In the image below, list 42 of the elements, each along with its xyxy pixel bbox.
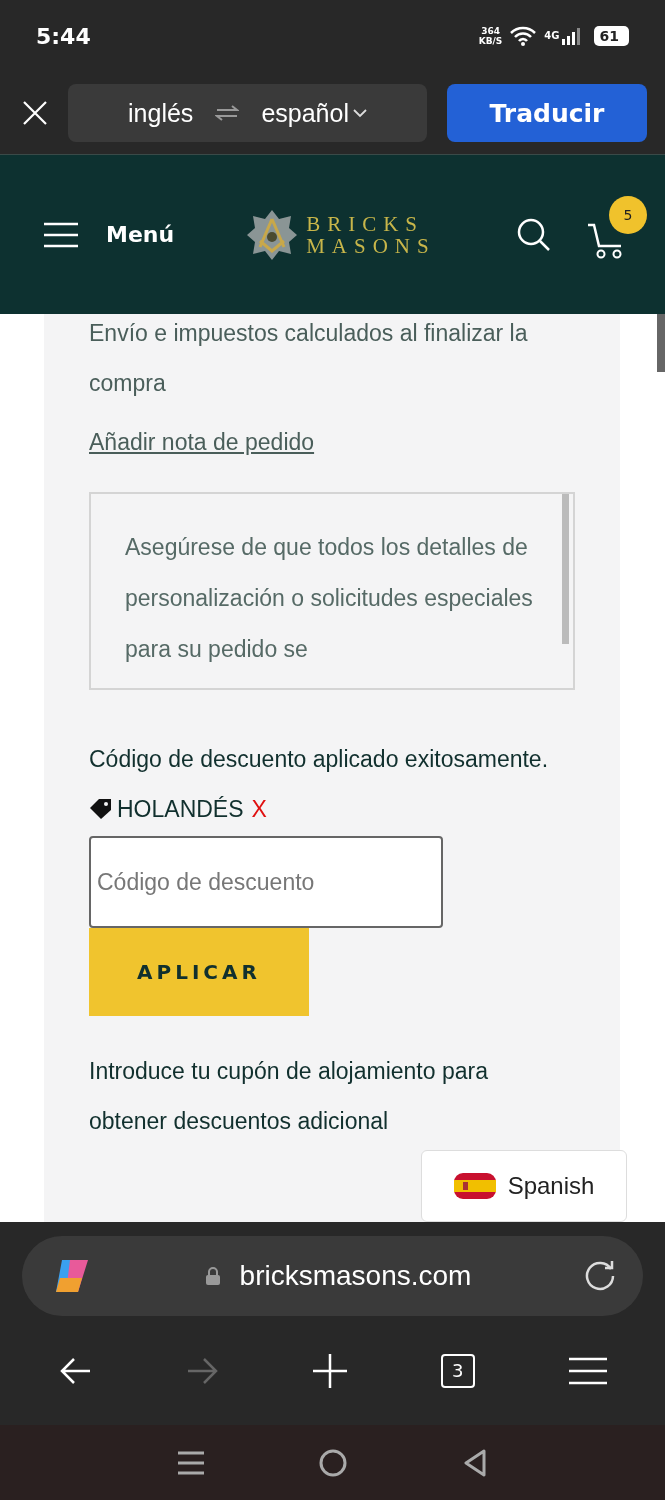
language-selector[interactable]: inglés español [68, 84, 427, 142]
applied-code: HOLANDÉS [117, 795, 244, 823]
coupon-text: Introduce tu cupón de alojamiento para obtener descuentos adicional [89, 1057, 489, 1136]
menu-icon[interactable] [44, 221, 78, 248]
logo-emblem-icon[interactable] [246, 208, 299, 261]
apply-button[interactable]: APLICAR [89, 928, 309, 1016]
menu-label[interactable]: Menú [106, 222, 175, 247]
back-arrow-icon[interactable] [60, 1356, 92, 1385]
network-speed: 364 KB/S [478, 26, 503, 46]
wifi-icon [510, 26, 537, 46]
close-icon[interactable] [22, 100, 48, 126]
remove-code-button[interactable]: X [247, 795, 267, 823]
tab-count-button[interactable]: 3 [440, 1353, 475, 1388]
discount-code-field[interactable]: Código de descuento [89, 836, 443, 928]
signal-icon [561, 27, 582, 45]
menu-icon[interactable] [569, 1356, 607, 1385]
swap-icon[interactable] [215, 104, 240, 122]
target-language[interactable]: español [261, 98, 349, 128]
battery-indicator: 61 [593, 26, 629, 46]
cart-count-badge: 5 [609, 195, 647, 234]
shipping-note: Envío e impuestos calculados al finalizar la compra [89, 319, 529, 398]
search-icon[interactable] [517, 217, 551, 252]
translate-button[interactable]: Traducir [447, 84, 647, 142]
recents-icon[interactable] [177, 1449, 204, 1476]
back-triangle-icon[interactable] [463, 1448, 488, 1477]
logo-text[interactable]: MASONS [306, 234, 436, 257]
home-icon[interactable] [319, 1448, 348, 1477]
logo-text[interactable]: BRICKS [306, 212, 436, 235]
lock-icon [205, 1267, 220, 1285]
plus-icon[interactable] [312, 1353, 347, 1388]
discount-success-message: Código de descuento aplicado exitosamente. [89, 745, 549, 774]
language-switcher[interactable]: Spanish [421, 1150, 627, 1222]
order-note-field[interactable]: Asegúrese de que todos los detalles de personalización o solicitudes especiales para su pedido se [89, 492, 575, 690]
order-note-link[interactable]: Añadir nota de pedido [89, 422, 315, 462]
status-time: 5:44 [36, 23, 91, 49]
chevron-down-icon[interactable] [352, 108, 367, 118]
spain-flag-icon [453, 1173, 496, 1199]
reload-icon[interactable] [583, 1259, 617, 1293]
network-type: 4G [544, 30, 560, 41]
tag-icon [89, 798, 113, 820]
source-language[interactable]: inglés [128, 98, 194, 128]
address-bar[interactable]: bricksmasons.com [22, 1236, 643, 1316]
